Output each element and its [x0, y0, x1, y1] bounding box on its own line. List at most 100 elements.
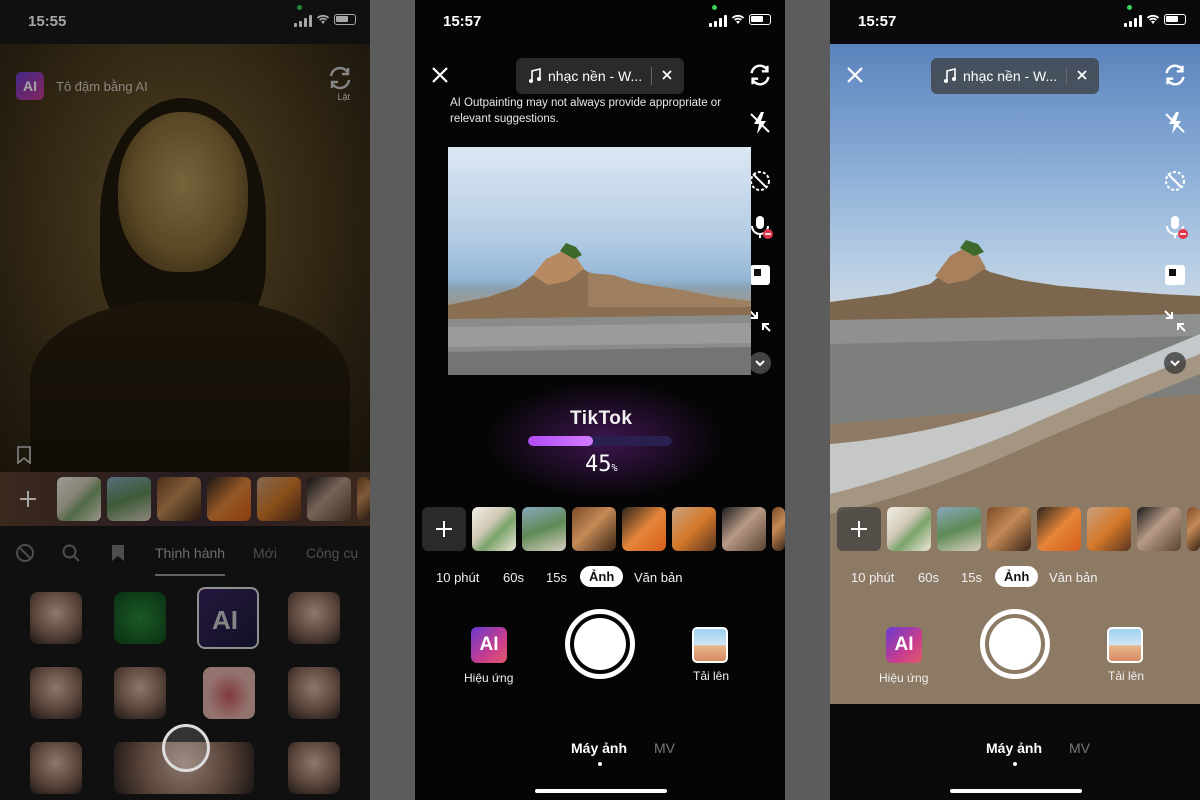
thumbnail[interactable] — [672, 507, 716, 551]
aspect-ratio-icon[interactable] — [1162, 262, 1188, 288]
plus-icon — [436, 521, 452, 537]
music-selector[interactable]: nhạc nền - W... — [516, 58, 684, 94]
thumbnail[interactable] — [1187, 507, 1200, 551]
mode-15s[interactable]: 15s — [961, 570, 982, 585]
thumbnail[interactable] — [572, 507, 616, 551]
close-icon[interactable] — [844, 64, 866, 86]
music-divider — [651, 67, 652, 85]
flip-camera-icon[interactable] — [1162, 62, 1188, 88]
generation-progress-bar — [528, 436, 672, 446]
mode-photo[interactable]: Ảnh — [995, 566, 1039, 587]
upload-button[interactable] — [692, 627, 728, 663]
close-icon[interactable] — [1075, 68, 1089, 82]
music-selector[interactable]: nhạc nền - W... — [931, 58, 1099, 94]
nav-camera[interactable]: Máy ảnh — [986, 740, 1042, 756]
upload-label: Tải lên — [1108, 669, 1145, 683]
more-options-button[interactable] — [749, 352, 771, 374]
add-media-button[interactable] — [422, 507, 466, 551]
bottom-nav: Máy ảnh MV — [830, 736, 1200, 766]
close-icon[interactable] — [429, 64, 451, 86]
shutter-button[interactable] — [162, 724, 210, 772]
outpainting-preview — [448, 147, 751, 375]
mode-10min[interactable]: 10 phút — [436, 570, 479, 585]
nav-mv[interactable]: MV — [1069, 740, 1090, 756]
status-time: 15:57 — [443, 13, 482, 30]
music-title: nhạc nền - W... — [548, 68, 643, 84]
shutter-button[interactable] — [565, 609, 635, 679]
nav-active-dot — [1013, 762, 1017, 766]
home-indicator[interactable] — [950, 789, 1082, 793]
thumbnail[interactable] — [772, 507, 785, 551]
status-time: 15:57 — [858, 13, 897, 30]
status-bar: 15:57 — [415, 0, 785, 40]
battery-icon — [749, 14, 771, 25]
thumbnail[interactable] — [1037, 507, 1081, 551]
status-bar: 15:57 — [830, 0, 1200, 40]
signal-icon — [1124, 15, 1142, 27]
thumbnail[interactable] — [472, 507, 516, 551]
plus-icon — [851, 521, 867, 537]
progress-unit: % — [611, 463, 618, 474]
shutter-button[interactable] — [980, 609, 1050, 679]
flip-camera-icon[interactable] — [747, 62, 773, 88]
add-media-button[interactable] — [837, 507, 881, 551]
phone-panel-effects: 15:55 AI Tô đậm bằng AI Lật Thịnh hành M… — [0, 0, 370, 800]
nav-active-dot — [598, 762, 602, 766]
capture-mode-bar: 10 phút 60s 15s Ảnh Văn bản — [415, 566, 785, 590]
collapse-icon[interactable] — [1162, 308, 1188, 334]
flash-off-icon[interactable] — [747, 110, 773, 136]
music-note-icon — [944, 68, 956, 83]
more-options-button[interactable] — [1164, 352, 1186, 374]
home-indicator[interactable] — [535, 789, 667, 793]
dim-overlay — [0, 0, 370, 800]
mic-off-icon[interactable] — [1162, 214, 1188, 240]
outpainted-beach-preview — [830, 44, 1200, 704]
mode-text[interactable]: Văn bản — [1049, 570, 1097, 585]
nav-mv[interactable]: MV — [654, 740, 675, 756]
thumbnail[interactable] — [622, 507, 666, 551]
thumbnail[interactable] — [1137, 507, 1181, 551]
chevron-down-icon — [755, 360, 765, 367]
beach-scene — [830, 240, 1200, 704]
mode-text[interactable]: Văn bản — [634, 570, 682, 585]
battery-icon — [1164, 14, 1186, 25]
music-note-icon — [529, 68, 541, 83]
thumbnail[interactable] — [722, 507, 766, 551]
mode-15s[interactable]: 15s — [546, 570, 567, 585]
mode-10min[interactable]: 10 phút — [851, 570, 894, 585]
wifi-icon — [1146, 14, 1160, 24]
progress-fill — [528, 436, 593, 446]
bottom-nav: Máy ảnh MV — [415, 736, 785, 766]
effects-button[interactable]: AI — [886, 627, 922, 663]
mode-photo[interactable]: Ảnh — [580, 566, 624, 587]
beach-rocks-image — [448, 243, 751, 375]
timer-icon[interactable] — [1162, 168, 1188, 194]
ai-notice: AI Outpainting may not always provide ap… — [450, 97, 722, 125]
signal-icon — [709, 15, 727, 27]
thumbnail[interactable] — [1087, 507, 1131, 551]
flash-off-icon[interactable] — [1162, 110, 1188, 136]
thumbnail[interactable] — [522, 507, 566, 551]
thumbnail[interactable] — [887, 507, 931, 551]
progress-brand: TikTok — [570, 408, 633, 429]
camera-indicator-dot — [1127, 5, 1132, 10]
wifi-icon — [731, 14, 745, 24]
progress-percent: 45% — [585, 452, 618, 477]
camera-indicator-dot — [712, 5, 717, 10]
chevron-down-icon — [1170, 360, 1180, 367]
thumbnail[interactable] — [987, 507, 1031, 551]
thumbnail[interactable] — [937, 507, 981, 551]
effects-button[interactable]: AI — [471, 627, 507, 663]
phone-panel-result: 15:57 nhạc nền - W... 10 phút 60s 15s Ản… — [830, 0, 1200, 800]
effects-label: Hiệu ứng — [464, 671, 514, 685]
mode-60s[interactable]: 60s — [503, 570, 524, 585]
music-divider — [1066, 67, 1067, 85]
mode-60s[interactable]: 60s — [918, 570, 939, 585]
upload-button[interactable] — [1107, 627, 1143, 663]
effects-label: Hiệu ứng — [879, 671, 929, 685]
music-title: nhạc nền - W... — [963, 68, 1058, 84]
nav-camera[interactable]: Máy ảnh — [571, 740, 627, 756]
phone-panel-generating: 15:57 nhạc nền - W... AI Outpainting may… — [415, 0, 785, 800]
close-icon[interactable] — [660, 68, 674, 82]
upload-label: Tải lên — [693, 669, 730, 683]
